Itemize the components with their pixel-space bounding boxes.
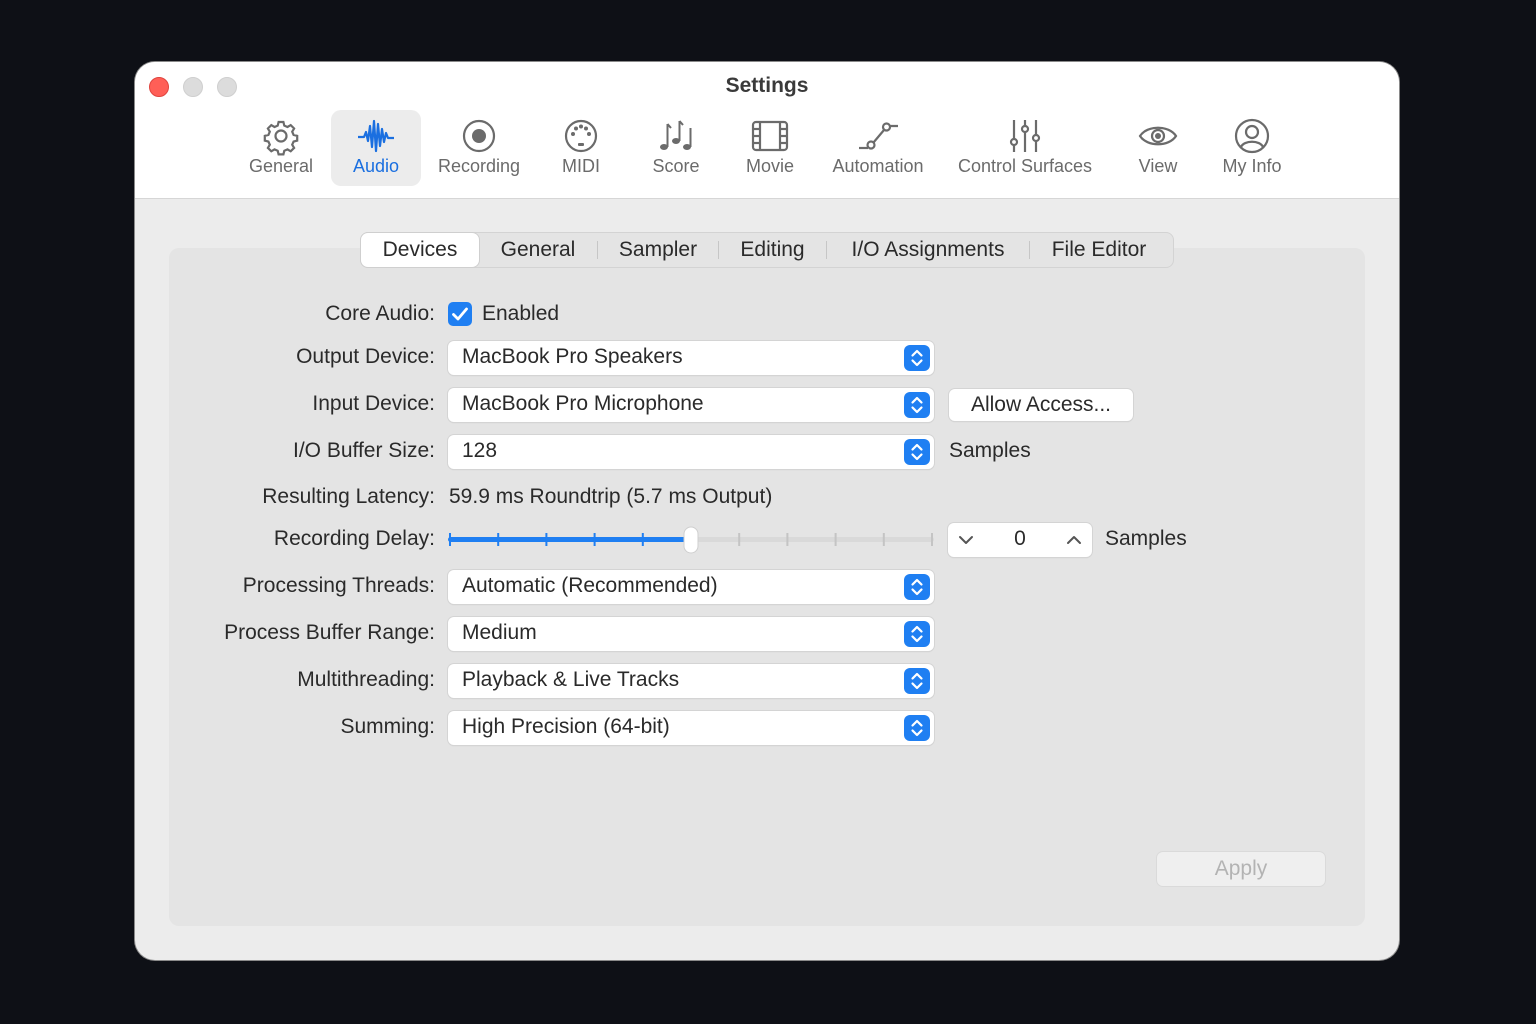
toolbar-label: Audio	[352, 156, 400, 176]
buffer-size-label: I/O Buffer Size:	[292, 439, 435, 462]
toolbar-item-automation[interactable]: Automation	[825, 110, 931, 186]
recording-delay-unit: Samples	[1105, 527, 1187, 550]
toolbar-label: MIDI	[562, 156, 600, 176]
toolbar-item-midi[interactable]: MIDI	[547, 110, 615, 186]
processing-threads-popup[interactable]: Automatic (Recommended)	[448, 570, 934, 604]
slider-tick	[931, 533, 933, 546]
tab-devices[interactable]: Devices	[361, 233, 479, 267]
multithreading-popup[interactable]: Playback & Live Tracks	[448, 664, 934, 698]
toolbar-item-recording[interactable]: Recording	[429, 110, 529, 186]
film-icon	[750, 116, 790, 156]
title-bar: Settings General Audio Recording MIDI Sc…	[135, 62, 1399, 199]
apply-button[interactable]: Apply	[1157, 852, 1325, 886]
process-buffer-range-label: Process Buffer Range:	[224, 621, 435, 644]
slider-tick	[882, 533, 885, 546]
toolbar-label: General	[248, 156, 314, 176]
popup-arrows-icon	[904, 439, 930, 465]
tab-io-assignments[interactable]: I/O Assignments	[827, 233, 1029, 267]
core-audio-checkbox[interactable]	[448, 302, 472, 326]
process-buffer-range-popup[interactable]: Medium	[448, 617, 934, 651]
toolbar-item-movie[interactable]: Movie	[735, 110, 805, 186]
waveform-icon	[356, 116, 396, 156]
buffer-size-value: 128	[462, 439, 498, 462]
tab-file-editor[interactable]: File Editor	[1030, 233, 1168, 267]
slider-tick	[786, 533, 789, 546]
toolbar-label: Score	[652, 156, 700, 176]
slider-tick	[545, 533, 548, 546]
window-title: Settings	[725, 74, 809, 97]
popup-arrows-icon	[904, 345, 930, 371]
popup-arrows-icon	[904, 715, 930, 741]
buffer-size-unit: Samples	[949, 439, 1031, 462]
latency-value: 59.9 ms Roundtrip (5.7 ms Output)	[449, 485, 773, 508]
popup-arrows-icon	[904, 574, 930, 600]
latency-label: Resulting Latency:	[262, 485, 435, 508]
toolbar-item-general[interactable]: General	[239, 110, 323, 186]
allow-access-button[interactable]: Allow Access...	[949, 389, 1133, 421]
slider-tick	[449, 533, 451, 546]
core-audio-checkbox-label[interactable]: Enabled	[482, 302, 559, 326]
recording-delay-stepper[interactable]: 0	[948, 523, 1092, 557]
toolbar-label: Movie	[745, 156, 794, 176]
toolbar-label: Control Surfaces	[957, 156, 1093, 176]
checkmark-icon	[452, 307, 468, 321]
midi-connector-icon	[561, 116, 601, 156]
slider-fill	[448, 537, 691, 542]
toolbar-label: View	[1138, 156, 1178, 176]
person-circle-icon	[1232, 116, 1272, 156]
process-buffer-range-value: Medium	[462, 621, 537, 644]
tab-sampler[interactable]: Sampler	[598, 233, 718, 267]
music-notes-icon	[656, 116, 696, 156]
toolbar-item-view[interactable]: View	[1123, 110, 1193, 186]
tab-bar: Devices General Sampler Editing I/O Assi…	[360, 232, 1174, 268]
toolbar-item-score[interactable]: Score	[641, 110, 711, 186]
input-device-value: MacBook Pro Microphone	[462, 392, 704, 415]
output-device-popup[interactable]: MacBook Pro Speakers	[448, 341, 934, 375]
settings-window: Settings General Audio Recording MIDI Sc…	[135, 62, 1399, 960]
gear-icon	[261, 116, 301, 156]
multithreading-value: Playback & Live Tracks	[462, 668, 680, 691]
chevron-up-icon[interactable]	[1064, 530, 1084, 550]
toolbar-item-my-info[interactable]: My Info	[1213, 110, 1291, 186]
record-icon	[459, 116, 499, 156]
output-device-label: Output Device:	[296, 345, 435, 368]
slider-tick	[834, 533, 837, 546]
toolbar-item-audio[interactable]: Audio	[331, 110, 421, 186]
toolbar-label: Recording	[437, 156, 521, 176]
popup-arrows-icon	[904, 392, 930, 418]
popup-arrows-icon	[904, 621, 930, 647]
summing-value: High Precision (64-bit)	[462, 715, 670, 738]
eye-icon	[1138, 116, 1178, 156]
slider-tick	[641, 533, 644, 546]
slider-tick	[738, 533, 741, 546]
toolbar-label: Automation	[832, 156, 924, 176]
input-device-label: Input Device:	[312, 392, 435, 415]
processing-threads-label: Processing Threads:	[242, 574, 435, 597]
recording-delay-label: Recording Delay:	[273, 527, 435, 550]
multithreading-label: Multithreading:	[297, 668, 435, 691]
buffer-size-popup[interactable]: 128	[448, 435, 934, 469]
slider-tick	[497, 533, 500, 546]
recording-delay-slider[interactable]	[448, 524, 934, 554]
output-device-value: MacBook Pro Speakers	[462, 345, 683, 368]
toolbar-item-control-surfaces[interactable]: Control Surfaces	[947, 110, 1103, 186]
tab-general[interactable]: General	[479, 233, 597, 267]
core-audio-label: Core Audio:	[325, 302, 435, 325]
slider-tick	[593, 533, 596, 546]
automation-curve-icon	[858, 116, 898, 156]
faders-icon	[1005, 116, 1045, 156]
input-device-popup[interactable]: MacBook Pro Microphone	[448, 388, 934, 422]
tab-editing[interactable]: Editing	[719, 233, 826, 267]
popup-arrows-icon	[904, 668, 930, 694]
processing-threads-value: Automatic (Recommended)	[462, 574, 718, 597]
summing-popup[interactable]: High Precision (64-bit)	[448, 711, 934, 745]
toolbar-label: My Info	[1222, 156, 1282, 176]
summing-label: Summing:	[340, 715, 435, 738]
slider-knob[interactable]	[683, 526, 699, 554]
